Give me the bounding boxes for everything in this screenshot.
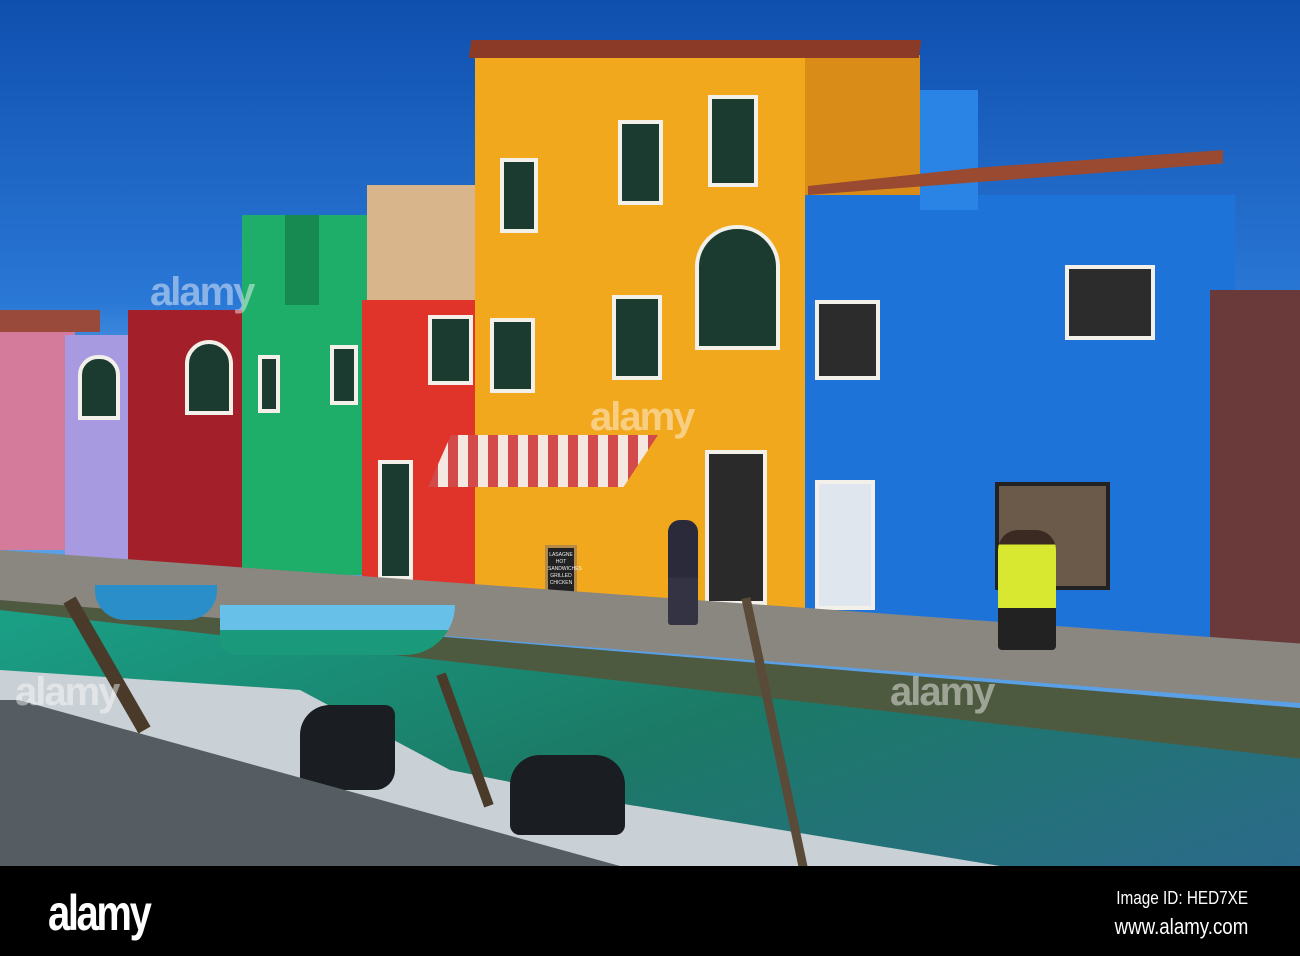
window xyxy=(490,318,535,393)
sign-line: SANDWICHES xyxy=(548,566,582,572)
boat xyxy=(220,605,455,655)
green-chimney xyxy=(285,215,319,305)
window xyxy=(500,158,538,233)
menu-chalkboard: LASAGNE HOT SANDWICHES GRILLED CHICKEN xyxy=(545,545,582,597)
window xyxy=(815,300,880,380)
arched-window xyxy=(695,225,780,350)
window xyxy=(78,355,120,420)
sign-line: GRILLED xyxy=(550,573,572,579)
sign-line: LASAGNE xyxy=(549,552,573,558)
striped-awning xyxy=(428,435,658,487)
footer-bar: alamy Image ID: HED7XE www.alamy.com xyxy=(0,866,1300,956)
window xyxy=(618,120,663,205)
photo-scene: LASAGNE HOT SANDWICHES GRILLED CHICKEN a… xyxy=(0,0,1300,866)
window xyxy=(1065,265,1155,340)
outboard-motor xyxy=(300,705,395,790)
yellow-roof xyxy=(468,40,922,58)
site-url: www.alamy.com xyxy=(1114,914,1248,939)
image-id: Image ID: HED7XE xyxy=(1116,888,1248,908)
watermark: alamy xyxy=(590,395,695,439)
watermark: alamy xyxy=(890,670,995,714)
outboard-motor xyxy=(510,755,625,835)
window xyxy=(258,355,280,413)
alamy-logo: alamy xyxy=(48,885,152,941)
door xyxy=(378,460,413,580)
window xyxy=(185,340,233,415)
window xyxy=(612,295,662,380)
blue-chimney xyxy=(920,90,978,210)
sign-line: CHICKEN xyxy=(549,580,573,586)
walking-person xyxy=(668,520,698,625)
watermark: alamy xyxy=(15,670,120,714)
pink-house xyxy=(0,320,75,550)
shop-stall xyxy=(1210,290,1300,650)
beige-house xyxy=(367,185,480,305)
door xyxy=(815,480,875,610)
boat xyxy=(95,585,217,620)
watermark: alamy xyxy=(150,270,255,314)
window xyxy=(708,95,758,187)
window xyxy=(428,315,473,385)
pink-roof xyxy=(0,310,100,332)
window xyxy=(330,345,358,405)
woman-yellow-jacket xyxy=(998,530,1056,650)
sign-line: HOT xyxy=(555,559,567,565)
door xyxy=(705,450,767,605)
